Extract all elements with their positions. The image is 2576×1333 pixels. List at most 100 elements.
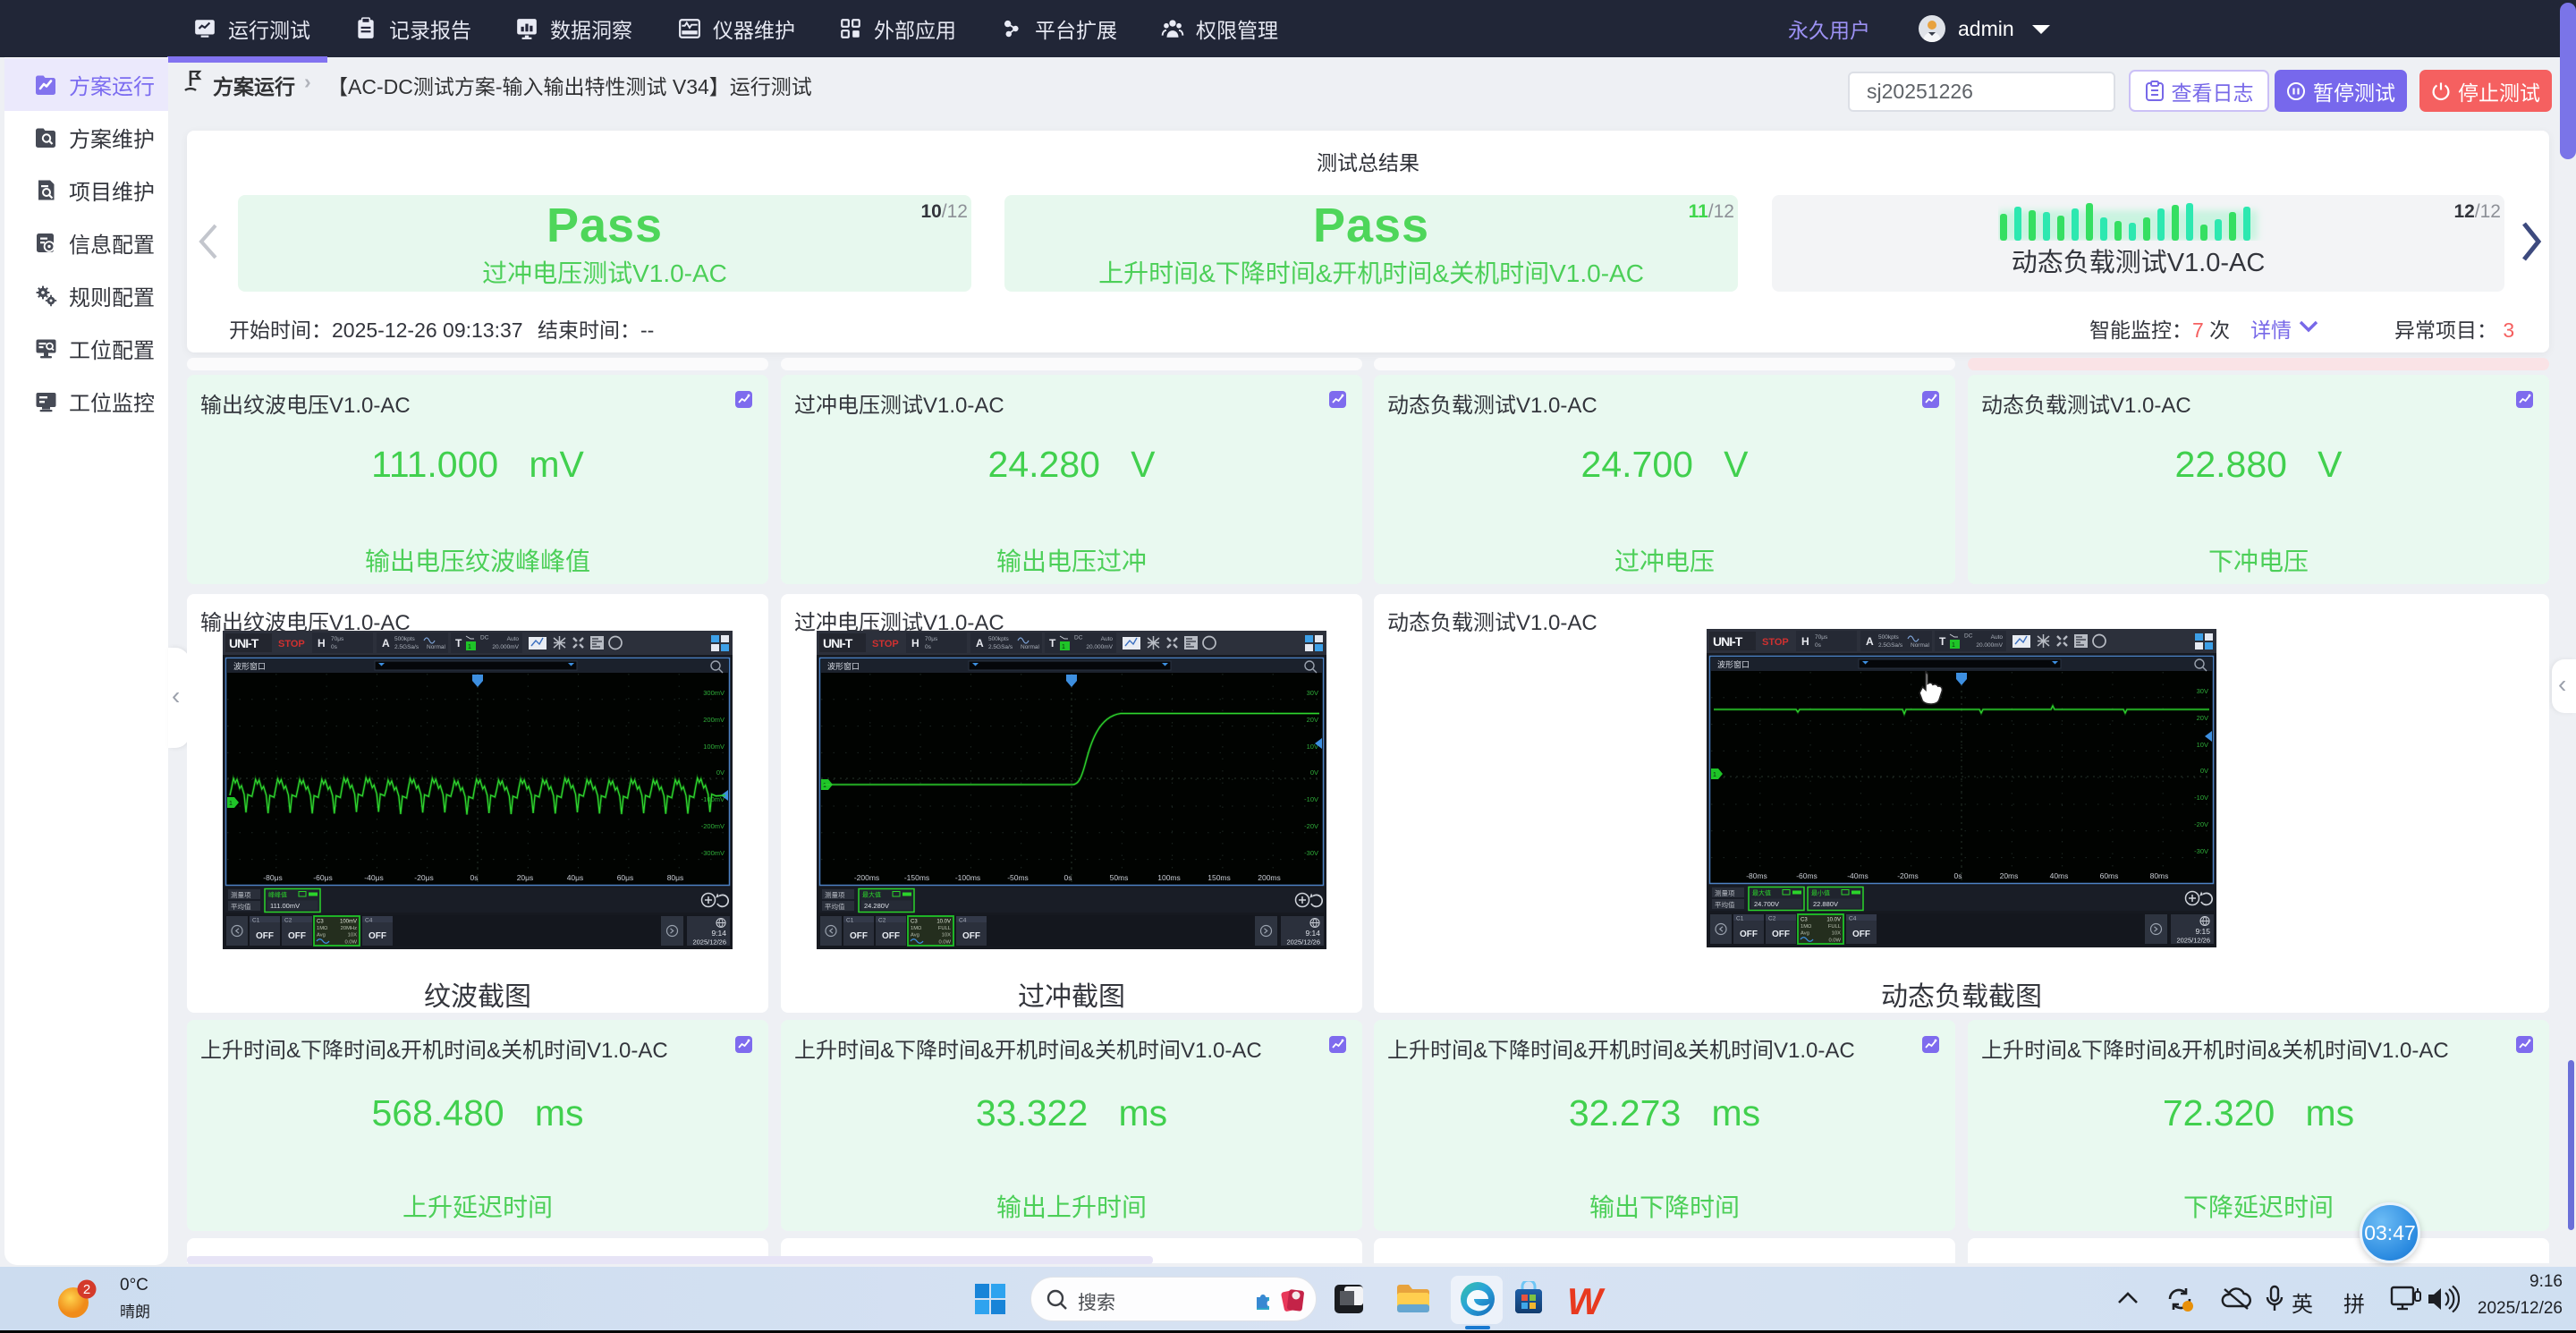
svg-text:2025/12/26: 2025/12/26 — [692, 938, 726, 947]
svg-text:OFF: OFF — [850, 931, 868, 941]
svg-text:最大值: 最大值 — [862, 891, 881, 899]
svg-text:OFF: OFF — [1852, 930, 1870, 939]
svg-text:0s: 0s — [1954, 871, 1962, 880]
svg-text:70μs: 70μs — [331, 636, 344, 642]
svg-text:0s: 0s — [331, 644, 338, 650]
svg-text:STOP: STOP — [1762, 637, 1789, 648]
svg-text:60ms: 60ms — [2100, 871, 2119, 880]
svg-text:Normal: Normal — [1911, 642, 1930, 649]
svg-text:-60μs: -60μs — [313, 873, 332, 882]
svg-text:-60ms: -60ms — [1796, 871, 1818, 880]
svg-text:10.0V: 10.0V — [1826, 918, 1841, 923]
svg-text:Auto: Auto — [507, 636, 520, 642]
svg-text:10X: 10X — [942, 933, 951, 938]
svg-text:最大值: 最大值 — [1752, 889, 1771, 897]
svg-text:40ms: 40ms — [2050, 871, 2069, 880]
svg-text:0s: 0s — [1815, 642, 1822, 649]
svg-text:Avg: Avg — [1801, 931, 1809, 937]
svg-text:1MΩ: 1MΩ — [1801, 924, 1812, 930]
svg-text:C2: C2 — [878, 918, 886, 924]
svg-text:40μs: 40μs — [567, 873, 584, 882]
svg-text:测量项: 测量项 — [231, 891, 251, 899]
svg-text:最小值: 最小值 — [1811, 889, 1830, 897]
svg-text:-150ms: -150ms — [904, 873, 929, 882]
svg-text:60μs: 60μs — [617, 873, 634, 882]
svg-text:平均值: 平均值 — [231, 902, 251, 911]
svg-text:Normal: Normal — [1021, 644, 1040, 650]
svg-text:50ms: 50ms — [1110, 873, 1129, 882]
svg-text:H: H — [911, 637, 919, 650]
svg-text:80ms: 80ms — [2150, 871, 2169, 880]
svg-text:22.880V: 22.880V — [1813, 900, 1838, 908]
svg-text:OFF: OFF — [962, 931, 980, 941]
svg-text:-30V: -30V — [2194, 847, 2208, 855]
svg-text:C3: C3 — [317, 920, 324, 925]
svg-text:20.000mV: 20.000mV — [492, 644, 519, 650]
svg-text:C3: C3 — [911, 920, 918, 925]
svg-text:500kpts: 500kpts — [988, 636, 1010, 642]
svg-text:-20V: -20V — [1304, 822, 1318, 830]
svg-text:平均值: 平均值 — [1715, 900, 1735, 909]
svg-text:OFF: OFF — [1772, 930, 1790, 939]
svg-text:70μs: 70μs — [1815, 634, 1828, 641]
svg-text:10X: 10X — [1832, 931, 1841, 937]
svg-text:OFF: OFF — [288, 931, 306, 941]
svg-text:10.0V: 10.0V — [936, 920, 951, 925]
svg-text:80μs: 80μs — [667, 873, 684, 882]
svg-text:T: T — [1049, 637, 1056, 650]
svg-text:20ms: 20ms — [2000, 871, 2019, 880]
svg-text:24.280V: 24.280V — [864, 902, 889, 910]
svg-text:DC: DC — [480, 635, 489, 641]
svg-text:波形窗口: 波形窗口 — [233, 661, 266, 671]
svg-text:-200mV: -200mV — [701, 822, 724, 830]
svg-text:Auto: Auto — [1991, 634, 2004, 641]
svg-text:A: A — [1866, 635, 1874, 648]
svg-text:0.0W: 0.0W — [938, 940, 951, 946]
svg-text:20MHz: 20MHz — [341, 926, 357, 931]
svg-text:0V: 0V — [1310, 768, 1318, 777]
svg-text:DC: DC — [1074, 635, 1083, 641]
svg-text:20.000mV: 20.000mV — [1086, 644, 1113, 650]
svg-text:20V: 20V — [1307, 716, 1318, 724]
svg-text:-10V: -10V — [1304, 795, 1318, 803]
svg-text:C4: C4 — [959, 918, 967, 924]
svg-text:1: 1 — [1062, 644, 1065, 650]
svg-text:-40ms: -40ms — [1847, 871, 1868, 880]
svg-text:2.5GSa/s: 2.5GSa/s — [1878, 642, 1903, 649]
svg-text:UNI-T: UNI-T — [823, 636, 853, 650]
svg-text:测量项: 测量项 — [825, 891, 845, 899]
svg-text:A: A — [976, 637, 984, 650]
svg-text:DC: DC — [1964, 633, 1973, 640]
svg-text:150ms: 150ms — [1208, 873, 1231, 882]
svg-text:H: H — [318, 637, 326, 650]
svg-text:30V: 30V — [1307, 689, 1318, 697]
svg-text:-40μs: -40μs — [364, 873, 383, 882]
svg-text:2025/12/26: 2025/12/26 — [2176, 937, 2210, 945]
svg-text:1MΩ: 1MΩ — [911, 926, 922, 931]
svg-text:UNI-T: UNI-T — [1713, 634, 1743, 649]
svg-text:0V: 0V — [2200, 767, 2208, 775]
svg-text:100mV: 100mV — [703, 743, 724, 751]
svg-text:C1: C1 — [846, 918, 854, 924]
svg-text:T: T — [1939, 635, 1946, 648]
svg-text:100mV: 100mV — [340, 920, 357, 925]
svg-text:波形窗口: 波形窗口 — [1717, 659, 1750, 669]
svg-text:0.0W: 0.0W — [1828, 938, 1841, 944]
svg-text:C4: C4 — [365, 918, 373, 924]
svg-text:C2: C2 — [284, 918, 292, 924]
svg-text:1: 1 — [1713, 772, 1716, 778]
svg-text:2025/12/26: 2025/12/26 — [1286, 938, 1320, 947]
svg-text:UNI-T: UNI-T — [229, 636, 259, 650]
svg-text:-50ms: -50ms — [1007, 873, 1029, 882]
svg-text:Avg: Avg — [317, 933, 326, 938]
svg-text:111.00mV: 111.00mV — [270, 902, 300, 910]
svg-text:9:14: 9:14 — [1305, 929, 1320, 938]
svg-text:-80ms: -80ms — [1746, 871, 1767, 880]
svg-text:Normal: Normal — [427, 644, 446, 650]
svg-text:OFF: OFF — [256, 931, 274, 941]
svg-text:C4: C4 — [1849, 916, 1857, 922]
svg-text:1: 1 — [1952, 642, 1955, 649]
svg-text:-30V: -30V — [1304, 849, 1318, 857]
svg-text:C1: C1 — [252, 918, 260, 924]
svg-text:0s: 0s — [925, 644, 932, 650]
